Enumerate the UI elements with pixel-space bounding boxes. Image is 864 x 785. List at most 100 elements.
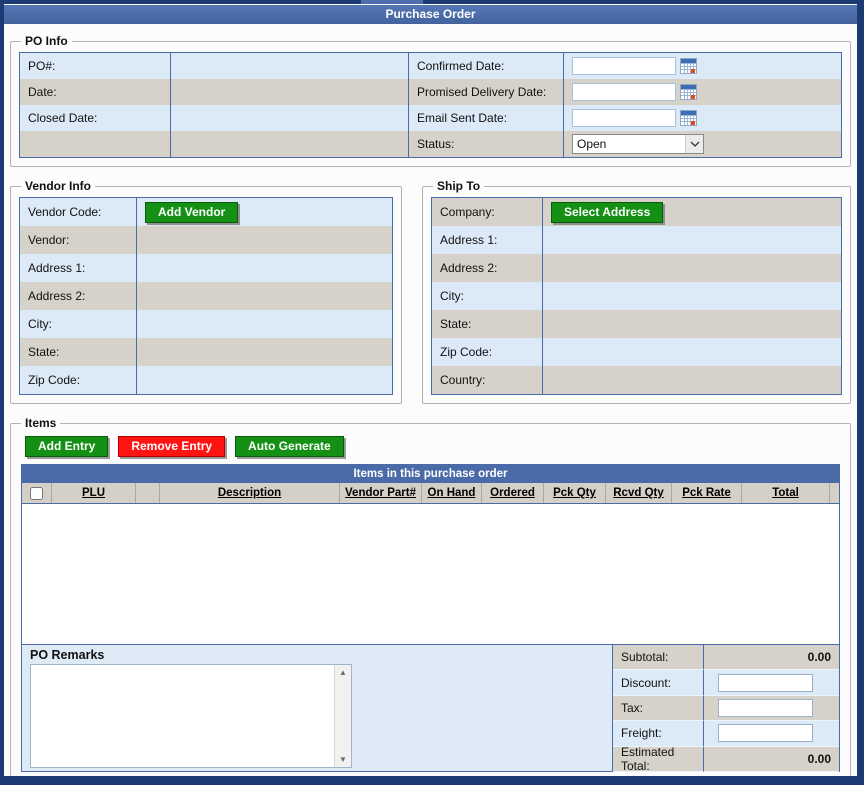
select-address-button[interactable]: Select Address [551,202,663,223]
po-info-empty-label [20,131,170,157]
items-toolbar: Add Entry Remove Entry Auto Generate [25,436,842,457]
freight-label: Freight: [613,721,703,746]
confirmed-date-label: Confirmed Date: [408,53,563,79]
items-table-title: Items in this purchase order [22,465,839,483]
chevron-down-icon[interactable] [685,135,703,153]
column-header-pck-rate-label: Pck Rate [682,487,731,499]
column-header-plu[interactable]: PLU [52,483,136,503]
vendor-state-label: State: [20,338,136,366]
vendor-label: Vendor: [20,226,136,254]
ship-address2-value [542,254,841,282]
calendar-icon[interactable] [680,58,697,74]
email-sent-date-label: Email Sent Date: [408,105,563,131]
scroll-up-icon[interactable]: ▲ [335,665,351,680]
ship-city-label: City: [432,282,542,310]
column-header-total[interactable]: Total [742,483,830,503]
vendor-address2-label: Address 2: [20,282,136,310]
column-header-blank [136,483,160,503]
estimated-total-value: 0.00 [703,747,839,772]
ship-country-value [542,366,841,394]
column-header-trailing [830,483,839,503]
po-info-table: PO#: Confirmed Date: Date: [19,52,842,158]
confirmed-date-input[interactable] [572,57,676,75]
po-remarks-label: PO Remarks [30,648,604,662]
column-header-pck-qty[interactable]: Pck Qty [544,483,606,503]
discount-cell [703,670,839,695]
column-header-pck-qty-label: Pck Qty [553,487,596,499]
add-entry-button[interactable]: Add Entry [25,436,108,457]
add-vendor-button[interactable]: Add Vendor [145,202,238,223]
vendor-address2-value [136,282,392,310]
subtotal-value: 0.00 [703,645,839,670]
column-header-vendor-part[interactable]: Vendor Part# [340,483,422,503]
vendor-state-value [136,338,392,366]
ship-state-label: State: [432,310,542,338]
column-header-total-label: Total [772,487,799,499]
status-label: Status: [408,131,563,157]
select-all-checkbox[interactable] [30,487,43,500]
vendor-value [136,226,392,254]
po-info-section: PO Info PO#: Confirmed Date: [10,34,851,167]
column-header-ordered-label: Ordered [490,487,535,499]
company-label: Company: [432,198,542,226]
content-area: PO Info PO#: Confirmed Date: [4,24,857,776]
vendor-city-value [136,310,392,338]
vendor-info-section: Vendor Info Vendor Code: Add Vendor Vend… [10,179,402,404]
email-sent-date-cell [563,105,841,131]
ship-to-legend: Ship To [433,179,484,193]
po-info-legend: PO Info [21,34,72,48]
promised-delivery-date-cell [563,79,841,105]
remarks-scrollbar[interactable]: ▲ ▼ [334,665,351,767]
vendor-zip-label: Zip Code: [20,366,136,394]
calendar-icon[interactable] [680,110,697,126]
ship-country-label: Country: [432,366,542,394]
email-sent-date-input[interactable] [572,109,676,127]
tax-label: Tax: [613,696,703,721]
vendor-code-label: Vendor Code: [20,198,136,226]
window-top-tab [361,0,423,4]
status-select[interactable]: Open [572,134,704,154]
scroll-down-icon[interactable]: ▼ [335,752,351,767]
po-number-value [170,53,408,79]
tax-cell [703,696,839,721]
column-header-rcvd-qty[interactable]: Rcvd Qty [606,483,672,503]
vendor-info-table: Vendor Code: Add Vendor Vendor: Address … [19,197,393,395]
ship-to-table: Company: Select Address Address 1: Addre… [431,197,842,395]
date-value [170,79,408,105]
column-header-description[interactable]: Description [160,483,340,503]
freight-input[interactable] [718,724,813,742]
closed-date-label: Closed Date: [20,105,170,131]
column-header-ordered[interactable]: Ordered [482,483,544,503]
purchase-order-window: Purchase Order PO Info PO#: Confirmed Da… [0,0,864,785]
vendor-info-legend: Vendor Info [21,179,95,193]
ship-state-value [542,310,841,338]
column-header-description-label: Description [218,487,281,499]
ship-address2-label: Address 2: [432,254,542,282]
discount-label: Discount: [613,670,703,695]
po-remarks-input[interactable] [31,665,334,767]
confirmed-date-cell [563,53,841,79]
po-remarks-panel: PO Remarks ▲ ▼ [22,645,612,771]
auto-generate-button[interactable]: Auto Generate [235,436,344,457]
column-header-pck-rate[interactable]: Pck Rate [672,483,742,503]
discount-input[interactable] [718,674,813,692]
column-header-on-hand-label: On Hand [428,487,476,499]
tax-input[interactable] [718,699,813,717]
company-cell: Select Address [542,198,841,226]
items-footer: PO Remarks ▲ ▼ Subtotal: 0.0 [22,644,839,771]
vendor-city-label: City: [20,310,136,338]
column-header-on-hand[interactable]: On Hand [422,483,482,503]
promised-delivery-date-input[interactable] [572,83,676,101]
column-header-rcvd-qty-label: Rcvd Qty [613,487,664,499]
items-section: Items Add Entry Remove Entry Auto Genera… [10,416,851,776]
vendor-zip-value [136,366,392,394]
window-title: Purchase Order [4,5,857,24]
remove-entry-button[interactable]: Remove Entry [118,436,225,457]
subtotal-label: Subtotal: [613,645,703,670]
calendar-icon[interactable] [680,84,697,100]
items-table-body[interactable] [22,504,839,644]
vendor-address1-value [136,254,392,282]
ship-to-section: Ship To Company: Select Address Address … [422,179,851,404]
column-header-vendor-part-label: Vendor Part# [345,487,416,499]
ship-city-value [542,282,841,310]
